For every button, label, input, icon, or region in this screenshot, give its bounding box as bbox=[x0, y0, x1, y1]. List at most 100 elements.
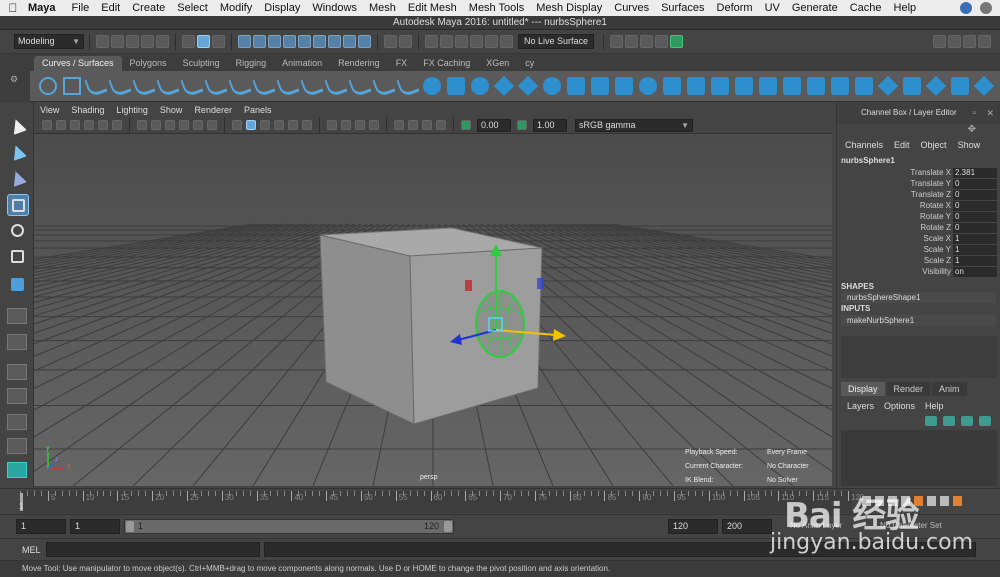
shadows-icon[interactable] bbox=[327, 120, 337, 130]
lasso-tool[interactable] bbox=[7, 142, 29, 164]
select-object-icon[interactable] bbox=[197, 35, 210, 48]
command-input[interactable] bbox=[46, 542, 260, 557]
attr-value[interactable]: 1 bbox=[953, 234, 997, 244]
mask-locator-icon[interactable] bbox=[358, 35, 371, 48]
plane-handle-xy[interactable] bbox=[537, 278, 544, 289]
select-component-icon[interactable] bbox=[212, 35, 225, 48]
go-to-end-icon[interactable] bbox=[953, 496, 962, 506]
highlight-icon[interactable] bbox=[399, 35, 412, 48]
hypershade-icon[interactable] bbox=[670, 35, 684, 48]
step-forward-key-icon[interactable] bbox=[940, 496, 949, 506]
menu-surfaces[interactable]: Surfaces bbox=[655, 2, 710, 14]
gamma-field[interactable]: 1.00 bbox=[533, 118, 567, 132]
new-empty-layer-icon[interactable] bbox=[961, 416, 973, 426]
move-layer-down-icon[interactable] bbox=[943, 416, 955, 426]
move-layer-up-icon[interactable] bbox=[925, 416, 937, 426]
range-slider-bar[interactable]: 1 120 bbox=[124, 519, 454, 534]
anti-aliasing-icon[interactable] bbox=[369, 120, 379, 130]
globe-icon[interactable] bbox=[960, 2, 972, 14]
reverse-curve-icon[interactable] bbox=[372, 74, 396, 98]
play-backwards-icon[interactable] bbox=[901, 496, 910, 506]
select-camera-icon[interactable] bbox=[42, 120, 52, 130]
xray-components-icon[interactable] bbox=[436, 120, 446, 130]
field-chart-icon[interactable] bbox=[193, 120, 203, 130]
attr-scale-x[interactable]: Scale X1 bbox=[837, 234, 1000, 245]
render-settings-icon[interactable] bbox=[655, 35, 669, 48]
select-tool[interactable] bbox=[7, 116, 29, 138]
safe-action-icon[interactable] bbox=[207, 120, 217, 130]
xray-icon[interactable] bbox=[408, 120, 418, 130]
menu-deform[interactable]: Deform bbox=[711, 2, 759, 14]
script-language-label[interactable]: MEL bbox=[22, 545, 41, 555]
shelf-tab-xgen[interactable]: XGen bbox=[478, 56, 517, 71]
attr-rotate-x[interactable]: Rotate X0 bbox=[837, 201, 1000, 212]
insert-isoparms-icon[interactable] bbox=[925, 75, 947, 97]
shelf-tab-rendering[interactable]: Rendering bbox=[330, 56, 388, 71]
revolve-icon[interactable] bbox=[567, 77, 585, 95]
menu-windows[interactable]: Windows bbox=[306, 2, 363, 14]
step-back-key-icon[interactable] bbox=[875, 496, 884, 506]
menu-le-help[interactable]: Help bbox=[925, 401, 944, 411]
plane-handle-yz[interactable] bbox=[465, 280, 472, 291]
tab-display[interactable]: Display bbox=[841, 382, 885, 396]
nurbs-circle-icon[interactable] bbox=[39, 77, 57, 95]
snap-view-icon[interactable] bbox=[470, 35, 483, 48]
maya-m-icon[interactable] bbox=[7, 462, 27, 478]
attr-value[interactable]: 2.381 bbox=[953, 168, 997, 178]
render-view-icon[interactable] bbox=[610, 35, 624, 48]
use-all-lights-icon[interactable] bbox=[302, 120, 312, 130]
attr-value[interactable]: 1 bbox=[953, 256, 997, 266]
fillet-curve-icon[interactable] bbox=[348, 74, 372, 98]
snap-curve-icon[interactable] bbox=[440, 35, 453, 48]
mask-misc-icon[interactable] bbox=[343, 35, 356, 48]
menu-select[interactable]: Select bbox=[171, 2, 214, 14]
menu-file[interactable]: File bbox=[66, 2, 96, 14]
film-gate-icon[interactable] bbox=[151, 120, 161, 130]
shelf-tab-fx[interactable]: FX bbox=[388, 56, 416, 71]
shape-node[interactable]: nurbsSphereShape1 bbox=[841, 292, 996, 303]
step-back-frame-icon[interactable] bbox=[888, 496, 897, 506]
mask-joints-icon[interactable] bbox=[253, 35, 266, 48]
ep-curve-icon[interactable] bbox=[84, 74, 108, 98]
menu-help[interactable]: Help bbox=[888, 2, 923, 14]
float-icon[interactable]: ▫ bbox=[972, 108, 976, 119]
open-close-surfaces-icon[interactable] bbox=[903, 77, 921, 95]
attr-scale-z[interactable]: Scale Z1 bbox=[837, 256, 1000, 267]
menu-cache[interactable]: Cache bbox=[844, 2, 888, 14]
rotate-tool[interactable] bbox=[7, 220, 29, 242]
insert-knot-icon[interactable] bbox=[252, 74, 276, 98]
lock-icon[interactable] bbox=[384, 35, 397, 48]
nurbs-cone-icon[interactable] bbox=[493, 75, 515, 97]
input-node[interactable]: makeNurbSphere1 bbox=[841, 315, 996, 326]
persp-outliner-icon[interactable] bbox=[7, 388, 27, 404]
tab-anim[interactable]: Anim bbox=[932, 382, 967, 396]
gamma-icon[interactable] bbox=[517, 120, 527, 130]
attr-rotate-y[interactable]: Rotate Y0 bbox=[837, 212, 1000, 223]
menu-mesh-display[interactable]: Mesh Display bbox=[530, 2, 608, 14]
modeling-toolkit-icon[interactable] bbox=[933, 35, 946, 48]
layout-icon[interactable] bbox=[7, 438, 27, 454]
attach-curves-icon[interactable] bbox=[204, 74, 228, 98]
panel-menu-lighting[interactable]: Lighting bbox=[116, 105, 148, 115]
sculpt-geometry-icon[interactable] bbox=[973, 75, 995, 97]
gizmo-icon[interactable]: ✥ bbox=[968, 124, 976, 135]
single-pane-icon[interactable] bbox=[7, 308, 27, 324]
attr-translate-y[interactable]: Translate Y0 bbox=[837, 179, 1000, 190]
shelf-tab-fx-caching[interactable]: FX Caching bbox=[415, 56, 478, 71]
character-set-label[interactable]: No Character Set bbox=[880, 521, 942, 530]
gate-mask-icon[interactable] bbox=[179, 120, 189, 130]
shelf-tab-curves-surfaces[interactable]: Curves / Surfaces bbox=[34, 56, 122, 71]
snap-surface-icon[interactable] bbox=[485, 35, 498, 48]
save-scene-icon[interactable] bbox=[126, 35, 139, 48]
four-pane-icon[interactable] bbox=[7, 334, 27, 350]
view-transform-dropdown[interactable]: sRGB gamma ▼ bbox=[575, 118, 693, 132]
attr-translate-z[interactable]: Translate Z0 bbox=[837, 190, 1000, 201]
render-frame-icon[interactable] bbox=[625, 35, 639, 48]
paint-select-tool[interactable] bbox=[7, 168, 29, 190]
mask-surfaces-icon[interactable] bbox=[283, 35, 296, 48]
panel-menu-view[interactable]: View bbox=[40, 105, 59, 115]
intersect-surfaces-icon[interactable] bbox=[783, 77, 801, 95]
attr-scale-y[interactable]: Scale Y1 bbox=[837, 245, 1000, 256]
snap-magnet-icon[interactable] bbox=[500, 35, 513, 48]
exposure-field[interactable]: 0.00 bbox=[477, 118, 511, 132]
